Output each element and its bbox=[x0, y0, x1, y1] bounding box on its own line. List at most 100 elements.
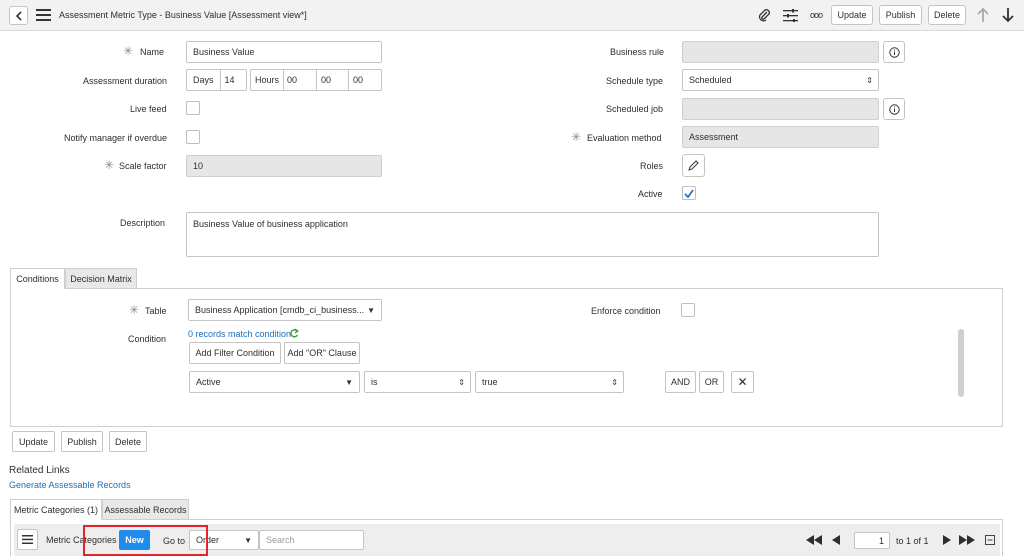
add-filter-button[interactable]: Add Filter Condition bbox=[189, 342, 281, 364]
publish-button[interactable]: Publish bbox=[879, 5, 922, 25]
scale-label: Scale factor bbox=[119, 161, 167, 171]
publish-button[interactable]: Publish bbox=[61, 431, 103, 452]
page-range: to 1 of 1 bbox=[896, 536, 929, 546]
settings-sliders-icon[interactable] bbox=[782, 7, 798, 23]
notify-checkbox[interactable] bbox=[186, 130, 200, 144]
table-label: Table bbox=[145, 306, 167, 316]
update-button[interactable]: Update bbox=[12, 431, 55, 452]
value-select[interactable]: true ⇕ bbox=[475, 371, 624, 393]
seconds-field[interactable]: 00 bbox=[349, 75, 363, 85]
required-icon: ✳ bbox=[123, 44, 134, 58]
page-value: 1 bbox=[878, 535, 884, 546]
menu-icon[interactable] bbox=[35, 8, 51, 22]
scheduled-job-field bbox=[682, 98, 879, 120]
tab-conditions[interactable]: Conditions bbox=[10, 268, 65, 289]
first-page-icon[interactable] bbox=[805, 533, 823, 547]
prev-page-icon[interactable] bbox=[830, 533, 842, 547]
select-arrow-icon: ⇕ bbox=[611, 377, 618, 387]
required-icon: ✳ bbox=[104, 158, 115, 172]
and-button[interactable]: AND bbox=[665, 371, 696, 393]
collapse-icon[interactable] bbox=[984, 534, 996, 546]
select-arrow-icon: ⇕ bbox=[458, 377, 465, 387]
name-label: Name bbox=[140, 47, 165, 57]
delete-button[interactable]: Delete bbox=[928, 5, 966, 25]
info-button[interactable] bbox=[883, 98, 905, 120]
roles-label: Roles bbox=[640, 161, 664, 171]
condition-field-select[interactable]: Active ▼ bbox=[189, 371, 360, 393]
scheduled-job-label: Scheduled job bbox=[606, 104, 664, 114]
delete-button[interactable]: Delete bbox=[109, 431, 147, 452]
tab-decision-matrix[interactable]: Decision Matrix bbox=[65, 268, 137, 289]
page-input[interactable]: 1 bbox=[854, 532, 890, 549]
schedule-type-select[interactable]: Scheduled ⇕ bbox=[682, 69, 879, 91]
tab-assessable-records[interactable]: Assessable Records bbox=[102, 499, 189, 520]
menu-icon bbox=[22, 535, 33, 544]
paperclip-icon[interactable] bbox=[756, 7, 772, 23]
enforce-label: Enforce condition bbox=[591, 306, 661, 316]
active-checkbox[interactable] bbox=[682, 186, 696, 200]
page-title: Assessment Metric Type - Business Value … bbox=[59, 10, 307, 20]
live-feed-label: Live feed bbox=[130, 104, 167, 114]
records-match-link[interactable]: 0 records match condition bbox=[188, 329, 291, 339]
last-page-icon[interactable] bbox=[958, 533, 976, 547]
dropdown-arrow-icon: ▼ bbox=[345, 377, 353, 387]
form-header: Assessment Metric Type - Business Value … bbox=[0, 0, 1024, 31]
scale-field: 10 bbox=[186, 155, 382, 177]
refresh-icon[interactable] bbox=[290, 328, 300, 341]
search-input[interactable]: Search bbox=[259, 530, 364, 550]
schedule-type-value: Scheduled bbox=[689, 75, 732, 85]
highlight-box bbox=[83, 525, 208, 556]
days-label: Days bbox=[187, 70, 221, 90]
info-icon bbox=[888, 103, 900, 115]
operator-value: is bbox=[371, 377, 378, 387]
business-rule-label: Business rule bbox=[610, 47, 665, 57]
active-label: Active bbox=[638, 189, 663, 199]
tab-metric-categories[interactable]: Metric Categories (1) bbox=[10, 499, 102, 520]
next-page-icon[interactable] bbox=[941, 533, 953, 547]
hours-field[interactable]: 00 bbox=[284, 70, 317, 90]
related-links-heading: Related Links bbox=[9, 465, 70, 476]
description-label: Description bbox=[120, 218, 166, 228]
select-arrow-icon: ⇕ bbox=[866, 75, 873, 85]
business-rule-field bbox=[682, 41, 879, 63]
name-field[interactable]: Business Value bbox=[186, 41, 382, 63]
remove-condition-button[interactable]: ✕ bbox=[731, 371, 754, 393]
description-field[interactable]: Business Value of business application bbox=[186, 212, 879, 257]
eval-method-label: Evaluation method bbox=[587, 133, 662, 143]
scrollbar[interactable] bbox=[958, 329, 964, 397]
or-button[interactable]: OR bbox=[699, 371, 724, 393]
edit-roles-button[interactable] bbox=[682, 154, 705, 177]
arrow-down-icon[interactable] bbox=[999, 6, 1017, 24]
hours-label: Hours bbox=[251, 70, 284, 90]
list-menu-button[interactable] bbox=[17, 529, 38, 550]
value-value: true bbox=[482, 377, 498, 387]
dropdown-arrow-icon: ▼ bbox=[244, 535, 252, 545]
notify-label: Notify manager if overdue bbox=[64, 133, 168, 143]
schedule-type-label: Schedule type bbox=[606, 76, 664, 86]
eval-method-field: Assessment bbox=[682, 126, 879, 148]
update-button[interactable]: Update bbox=[831, 5, 873, 25]
description-text: Business Value of business application bbox=[193, 219, 348, 229]
required-icon: ✳ bbox=[129, 303, 140, 317]
generate-records-link[interactable]: Generate Assessable Records bbox=[9, 480, 131, 490]
days-box: Days 14 bbox=[186, 69, 247, 91]
pencil-icon bbox=[688, 160, 699, 171]
dropdown-arrow-icon: ▼ bbox=[367, 305, 375, 315]
condition-field-value: Active bbox=[196, 377, 221, 387]
check-icon bbox=[684, 189, 694, 198]
minutes-field[interactable]: 00 bbox=[317, 70, 349, 90]
table-value: Business Application [cmdb_ci_business..… bbox=[195, 305, 365, 315]
enforce-checkbox[interactable] bbox=[681, 303, 695, 317]
more-options-icon[interactable]: ooo bbox=[807, 8, 825, 22]
search-placeholder: Search bbox=[266, 535, 295, 545]
arrow-up-icon[interactable] bbox=[974, 6, 992, 24]
hours-box: Hours 00 00 00 bbox=[250, 69, 382, 91]
back-button[interactable] bbox=[9, 6, 28, 25]
days-field[interactable]: 14 bbox=[221, 75, 235, 85]
condition-label: Condition bbox=[128, 334, 167, 344]
table-select[interactable]: Business Application [cmdb_ci_business..… bbox=[188, 299, 382, 321]
operator-select[interactable]: is ⇕ bbox=[364, 371, 471, 393]
info-button[interactable] bbox=[883, 41, 905, 63]
add-or-button[interactable]: Add "OR" Clause bbox=[284, 342, 360, 364]
live-feed-checkbox[interactable] bbox=[186, 101, 200, 115]
